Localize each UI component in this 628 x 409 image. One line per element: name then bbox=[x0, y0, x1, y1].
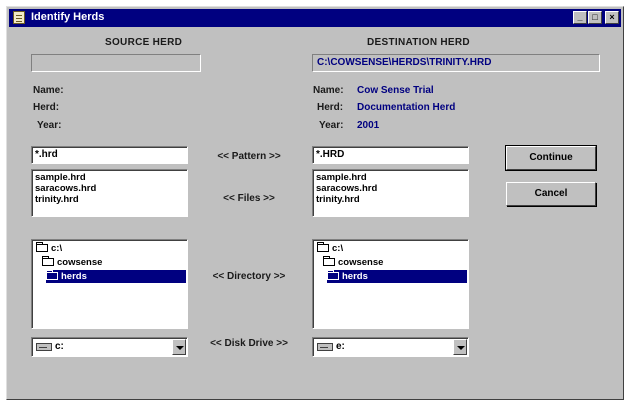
source-directory-tree[interactable]: c:\ cowsense herds bbox=[31, 239, 188, 329]
folder-icon bbox=[46, 270, 58, 280]
destination-directory-tree[interactable]: c:\ cowsense herds bbox=[312, 239, 469, 329]
list-item[interactable]: saracows.hrd bbox=[35, 183, 184, 194]
folder-icon bbox=[327, 270, 339, 280]
directory-item[interactable]: c:\ bbox=[36, 242, 62, 255]
title-bar[interactable]: Identify Herds _ □ × bbox=[9, 9, 621, 27]
chevron-down-icon[interactable] bbox=[453, 339, 467, 355]
list-item[interactable]: sample.hrd bbox=[316, 172, 465, 183]
destination-herd-label: Herd: bbox=[317, 102, 344, 113]
close-button[interactable]: × bbox=[605, 11, 619, 24]
source-name-label: Name: bbox=[33, 85, 64, 96]
files-transfer-button[interactable]: << Files >> bbox=[199, 193, 299, 204]
directory-item-selected[interactable]: herds bbox=[327, 270, 467, 283]
continue-button[interactable]: Continue bbox=[505, 145, 597, 171]
folder-icon bbox=[323, 256, 335, 266]
destination-files-list[interactable]: sample.hrd saracows.hrd trinity.hrd bbox=[312, 169, 469, 217]
destination-herd-heading: DESTINATION HERD bbox=[367, 37, 470, 48]
directory-item-selected[interactable]: herds bbox=[46, 270, 186, 283]
directory-item[interactable]: cowsense bbox=[323, 256, 383, 269]
destination-path-text: C:\COWSENSE\HERDS\TRINITY.HRD bbox=[317, 57, 492, 68]
source-herd-label: Herd: bbox=[33, 102, 60, 113]
destination-name-label: Name: bbox=[313, 85, 344, 96]
destination-name-value: Cow Sense Trial bbox=[357, 85, 434, 96]
folder-icon bbox=[36, 242, 48, 252]
drive-icon bbox=[317, 343, 333, 351]
window-title: Identify Herds bbox=[31, 11, 105, 23]
source-pattern-input[interactable]: *.hrd bbox=[31, 146, 188, 164]
destination-year-label: Year: bbox=[319, 120, 344, 131]
destination-year-value: 2001 bbox=[357, 120, 380, 131]
maximize-button[interactable]: □ bbox=[588, 11, 602, 24]
source-herd-heading: SOURCE HERD bbox=[105, 37, 183, 48]
directory-item[interactable]: cowsense bbox=[42, 256, 102, 269]
directory-transfer-button[interactable]: << Directory >> bbox=[199, 271, 299, 282]
source-drive-select[interactable]: c: bbox=[31, 337, 188, 357]
destination-herd-value: Documentation Herd bbox=[357, 102, 456, 113]
list-item[interactable]: trinity.hrd bbox=[35, 194, 184, 205]
list-item[interactable]: saracows.hrd bbox=[316, 183, 465, 194]
pattern-transfer-button[interactable]: << Pattern >> bbox=[199, 151, 299, 162]
drive-icon bbox=[36, 343, 52, 351]
chevron-down-icon[interactable] bbox=[172, 339, 186, 355]
identify-herds-window: Identify Herds _ □ × SOURCE HERD DESTINA… bbox=[6, 6, 624, 400]
cancel-button[interactable]: Cancel bbox=[506, 182, 596, 206]
source-year-label: Year: bbox=[37, 120, 62, 131]
destination-path-display: C:\COWSENSE\HERDS\TRINITY.HRD bbox=[312, 54, 600, 72]
source-path-display bbox=[31, 54, 201, 72]
minimize-button[interactable]: _ bbox=[573, 11, 587, 24]
notebook-icon bbox=[13, 11, 25, 24]
source-files-list[interactable]: sample.hrd saracows.hrd trinity.hrd bbox=[31, 169, 188, 217]
folder-icon bbox=[317, 242, 329, 252]
destination-drive-select[interactable]: e: bbox=[312, 337, 469, 357]
folder-icon bbox=[42, 256, 54, 266]
disk-drive-transfer-button[interactable]: << Disk Drive >> bbox=[199, 338, 299, 349]
list-item[interactable]: trinity.hrd bbox=[316, 194, 465, 205]
list-item[interactable]: sample.hrd bbox=[35, 172, 184, 183]
directory-item[interactable]: c:\ bbox=[317, 242, 343, 255]
destination-pattern-input[interactable]: *.HRD bbox=[312, 146, 469, 164]
